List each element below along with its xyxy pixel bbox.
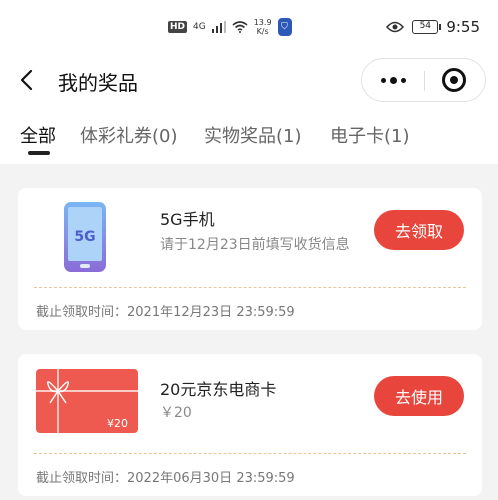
gift-card-icon: ¥20 — [36, 369, 138, 433]
clock: 9:55 — [446, 18, 480, 36]
svg-text:¥20: ¥20 — [107, 417, 128, 430]
prize-name: 20元京东电商卡 — [160, 380, 277, 399]
shield-app-icon: ⛉ — [277, 18, 292, 36]
mini-program-capsule — [361, 58, 486, 102]
network-label: 4G — [193, 22, 206, 32]
prize-subtitle: ￥20 — [160, 405, 192, 421]
status-right: 54 9:55 — [386, 18, 480, 36]
tab-lottery-coupon[interactable]: 体彩礼券(0) — [80, 122, 178, 148]
signal-icon — [211, 21, 226, 33]
net-speed-unit: K/s — [256, 27, 269, 36]
tab-active-indicator — [28, 151, 50, 155]
wifi-icon — [232, 21, 248, 33]
deadline: 截止领取时间：2021年12月23日 23:59:59 — [36, 301, 295, 320]
battery-icon: 54 — [412, 20, 442, 34]
deadline: 截止领取时间：2022年06月30日 23:59:59 — [36, 467, 295, 486]
prize-card: ¥20 20元京东电商卡 ￥20 去使用 截止领取时间：2022年06月30日 … — [18, 354, 482, 496]
phone-icon: 5G — [64, 202, 106, 272]
capsule-divider — [424, 71, 425, 91]
tab-physical-prize[interactable]: 实物奖品(1) — [204, 122, 302, 148]
prize-subtitle: 请于12月23日前填写收货信息 — [160, 237, 350, 253]
deadline-label: 截止领取时间： — [36, 305, 128, 320]
card-divider — [34, 287, 466, 288]
net-speed: 13.9 K/s — [254, 18, 272, 36]
back-icon[interactable] — [16, 68, 40, 92]
claim-button[interactable]: 去领取 — [374, 210, 464, 250]
deadline-value: 2021年12月23日 23:59:59 — [127, 305, 295, 320]
close-target-icon[interactable] — [442, 68, 466, 92]
prize-card: 5G 5G手机 请于12月23日前填写收货信息 去领取 截止领取时间：2021年… — [18, 188, 482, 330]
prize-tabs: 全部 体彩礼券(0) 实物奖品(1) 电子卡(1) — [0, 116, 498, 164]
eye-icon — [386, 21, 405, 33]
card-divider — [34, 453, 466, 454]
deadline-label: 截止领取时间： — [36, 471, 128, 486]
tab-e-card[interactable]: 电子卡(1) — [330, 122, 410, 148]
page-title: 我的奖品 — [58, 71, 138, 95]
nav-header: 我的奖品 — [0, 50, 498, 116]
hd-badge: HD — [168, 21, 188, 33]
prize-name: 5G手机 — [160, 210, 215, 229]
svg-text:5G: 5G — [74, 229, 95, 245]
net-speed-value: 13.9 — [253, 18, 272, 27]
status-left: HD 4G 13.9 K/s ⛉ — [168, 18, 292, 36]
use-button[interactable]: 去使用 — [374, 376, 464, 416]
tab-all[interactable]: 全部 — [20, 122, 56, 148]
deadline-value: 2022年06月30日 23:59:59 — [127, 471, 295, 486]
more-icon[interactable] — [362, 59, 424, 101]
